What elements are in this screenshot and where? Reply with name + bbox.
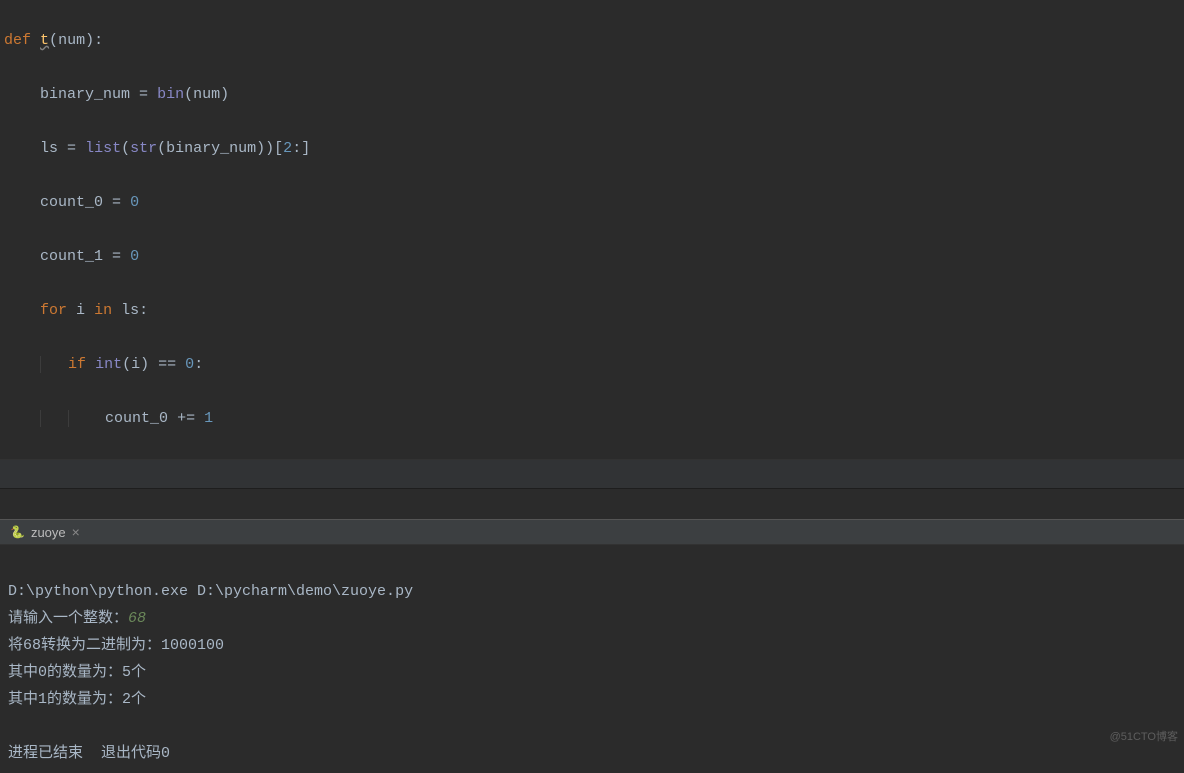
run-tabbar: 🐍 zuoye × [0,520,1184,545]
builtin-bin: bin [157,86,184,103]
parameter: num [58,32,85,49]
builtin-int: int [95,356,122,373]
builtin-str: str [130,140,157,157]
variable: binary_num [40,86,130,103]
code-line: def t(num): [4,27,1180,54]
editor-footer-bar [0,459,1184,489]
close-icon[interactable]: × [72,524,80,540]
code-line: ls = list(str(binary_num))[2:] [4,135,1180,162]
function-name: t [40,32,49,49]
code-line: count_0 += 1 [4,405,1180,432]
run-tab-label: zuoye [31,525,66,540]
console-output-line: 其中1的数量为：2个 [8,691,146,708]
console-user-input: 68 [128,610,146,627]
keyword-if: if [68,356,86,373]
keyword-for: for [40,302,67,319]
run-console[interactable]: D:\python\python.exe D:\pycharm\demo\zuo… [0,545,1184,773]
code-editor[interactable]: def t(num): binary_num = bin(num) ls = l… [0,0,1184,459]
builtin-list: list [85,140,121,157]
code-line: binary_num = bin(num) [4,81,1180,108]
code-line: for i in ls: [4,297,1180,324]
python-file-icon: 🐍 [10,525,25,539]
watermark: @51CTO博客 [1110,728,1178,744]
console-prompt: 请输入一个整数： [8,610,128,627]
console-output-line: 其中0的数量为：5个 [8,664,146,681]
code-line: count_0 = 0 [4,189,1180,216]
console-command: D:\python\python.exe D:\pycharm\demo\zuo… [8,583,413,600]
keyword-in: in [94,302,112,319]
code-line: count_1 = 0 [4,243,1180,270]
console-blank-line [8,718,17,735]
keyword-def: def [4,32,31,49]
code-line: if int(i) == 0: [4,351,1180,378]
run-tab-zuoye[interactable]: 🐍 zuoye × [4,520,86,544]
console-output-line: 将68转换为二进制为：1000100 [8,637,224,654]
gap [0,489,1184,519]
